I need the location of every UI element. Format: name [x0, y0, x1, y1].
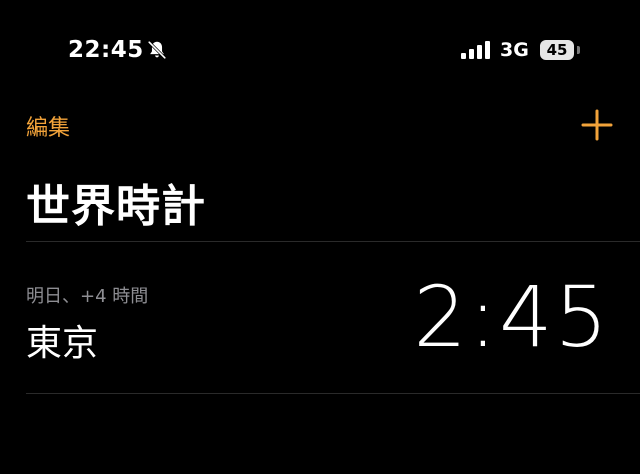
network-type-label: 3G: [500, 39, 529, 61]
cellular-signal-icon: [461, 41, 490, 59]
page-title: 世界時計: [26, 181, 206, 232]
divider: [26, 393, 640, 394]
city-name: 東京: [26, 323, 99, 364]
plus-icon[interactable]: [578, 106, 616, 144]
bell-slash-icon: [147, 40, 167, 60]
status-time: 22:45: [68, 37, 144, 63]
battery-level: 45: [546, 41, 568, 59]
time-offset-label: 明日、+4 時間: [26, 286, 149, 307]
world-clock-row[interactable]: 明日、+4 時間 東京 2:45: [0, 242, 640, 392]
edit-button[interactable]: 編集: [26, 110, 70, 142]
battery-icon: 45: [540, 40, 574, 60]
battery-tip: [577, 46, 580, 54]
clock-time: 2:45: [413, 268, 610, 366]
status-bar: 22:45 3G 45: [0, 0, 640, 100]
